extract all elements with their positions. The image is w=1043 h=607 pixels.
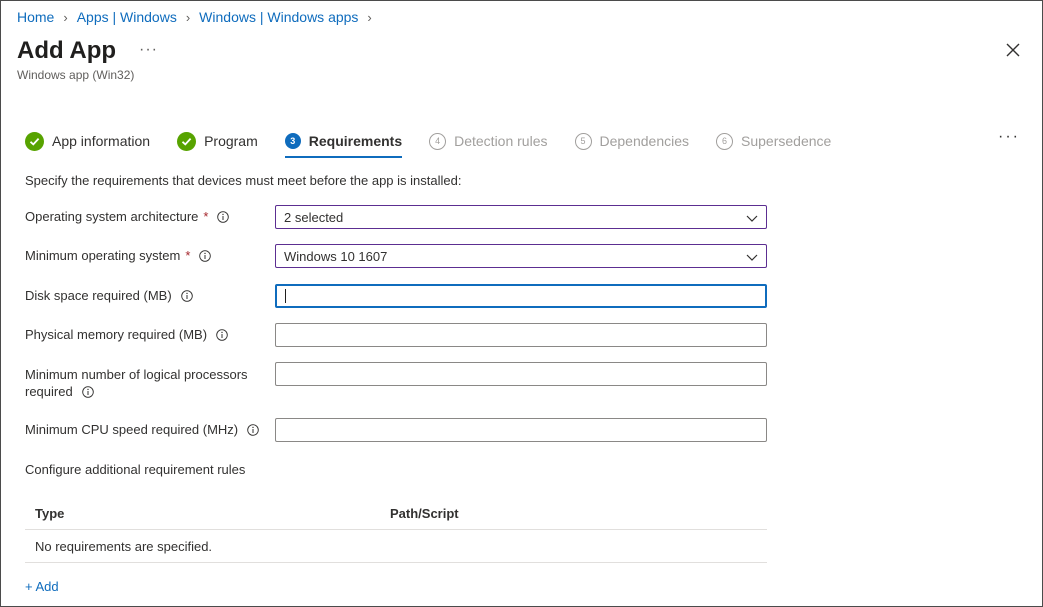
page-title: Add App: [17, 37, 117, 64]
table-empty-row: No requirements are specified.: [25, 530, 767, 563]
step-label: Requirements: [308, 133, 403, 149]
field-label: Disk space required (MB): [25, 288, 172, 303]
field-label-line1: Minimum number of logical processors: [25, 367, 248, 382]
disk-space-label: Disk space required (MB): [25, 288, 193, 303]
field-label-line2: required: [25, 384, 73, 399]
step-number-badge: 4: [429, 132, 447, 150]
add-app-blade: Home › Apps | Windows › Windows | Window…: [0, 0, 1043, 607]
step-label: Dependencies: [599, 133, 690, 149]
os-architecture-label: Operating system architecture *: [25, 209, 230, 224]
logical-processors-input[interactable]: [275, 362, 767, 386]
chevron-down-icon: [746, 215, 758, 222]
disk-space-input[interactable]: [275, 284, 767, 308]
select-value: Windows 10 1607: [284, 249, 388, 264]
cpu-speed-label: Minimum CPU speed required (MHz): [25, 422, 259, 437]
step-number-badge: 3: [284, 133, 301, 149]
requirements-intro: Specify the requirements that devices mu…: [25, 173, 462, 188]
info-icon[interactable]: [247, 423, 259, 436]
wizard-steps: App information Program 3 Requirements 4…: [25, 129, 858, 158]
logical-processors-label: Minimum number of logical processors req…: [25, 366, 248, 400]
tab-dependencies[interactable]: 5 Dependencies: [574, 129, 690, 153]
checkmark-icon: [25, 131, 44, 151]
field-label: Minimum CPU speed required (MHz): [25, 422, 239, 437]
field-label: Minimum operating system: [25, 248, 181, 263]
tab-requirements[interactable]: 3 Requirements: [284, 129, 403, 158]
requirement-rules-table: Type Path/Script No requirements are spe…: [25, 498, 767, 563]
breadcrumb-windows-apps[interactable]: Windows | Windows apps: [199, 9, 358, 25]
chevron-right-icon: ›: [185, 9, 191, 25]
breadcrumb: Home › Apps | Windows › Windows | Window…: [17, 9, 381, 25]
physical-memory-label: Physical memory required (MB): [25, 327, 228, 342]
step-label: App information: [52, 133, 151, 149]
text-cursor: [285, 289, 286, 303]
info-icon[interactable]: [180, 289, 193, 302]
tab-app-information[interactable]: App information: [25, 129, 150, 153]
step-label: Detection rules: [454, 133, 548, 149]
chevron-right-icon: ›: [63, 9, 68, 25]
info-icon[interactable]: [216, 328, 228, 341]
field-label: Physical memory required (MB): [25, 327, 208, 342]
cpu-speed-input[interactable]: [275, 418, 767, 442]
info-icon[interactable]: [81, 385, 94, 398]
minimum-os-select[interactable]: Windows 10 1607: [275, 244, 767, 268]
os-architecture-select[interactable]: 2 selected: [275, 205, 767, 229]
step-label: Supersedence: [741, 133, 832, 149]
column-header-type[interactable]: Type: [25, 506, 390, 521]
close-icon[interactable]: [1004, 41, 1022, 59]
field-label-line2-wrap: required: [25, 383, 248, 400]
tab-detection-rules[interactable]: 4 Detection rules: [429, 129, 548, 153]
breadcrumb-home[interactable]: Home: [17, 9, 54, 25]
field-label: Operating system architecture: [25, 209, 199, 224]
breadcrumb-apps-windows[interactable]: Apps | Windows: [77, 9, 177, 25]
add-requirement-button[interactable]: + Add: [25, 579, 59, 594]
more-options-icon[interactable]: ···: [139, 41, 158, 59]
select-value: 2 selected: [284, 210, 344, 225]
column-header-path-script[interactable]: Path/Script: [390, 506, 459, 521]
chevron-right-icon: ›: [367, 9, 372, 25]
minimum-os-label: Minimum operating system *: [25, 248, 212, 263]
page-subtitle: Windows app (Win32): [17, 68, 135, 82]
tab-supersedence[interactable]: 6 Supersedence: [716, 129, 831, 153]
tab-program[interactable]: Program: [177, 129, 258, 153]
required-marker: *: [203, 209, 209, 224]
physical-memory-input[interactable]: [275, 323, 767, 347]
info-icon[interactable]: [199, 249, 212, 262]
more-steps-icon[interactable]: ···: [998, 128, 1020, 146]
table-header: Type Path/Script: [25, 498, 767, 530]
step-number-badge: 6: [716, 132, 734, 150]
additional-rules-heading: Configure additional requirement rules: [25, 462, 246, 477]
info-icon[interactable]: [217, 210, 230, 223]
chevron-down-icon: [746, 254, 758, 261]
step-label: Program: [204, 133, 258, 149]
checkmark-icon: [177, 131, 197, 151]
required-marker: *: [185, 248, 191, 263]
step-number-badge: 5: [574, 132, 592, 150]
